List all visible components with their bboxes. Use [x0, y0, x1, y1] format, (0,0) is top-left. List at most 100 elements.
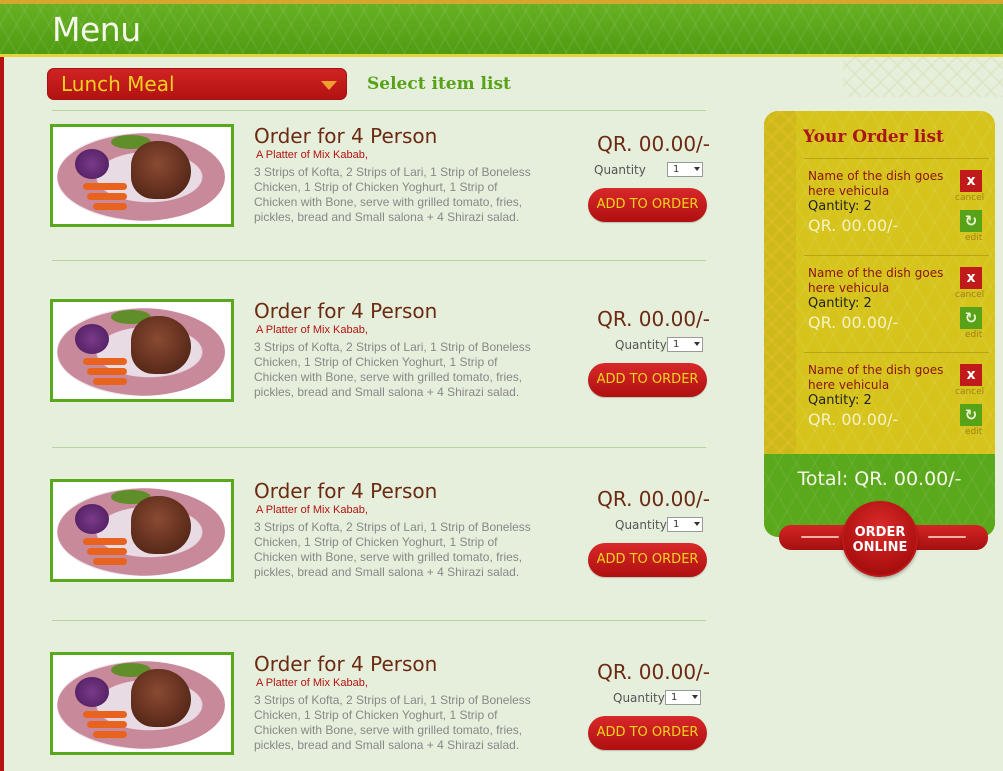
- add-to-order-button[interactable]: ADD TO ORDER: [588, 543, 707, 577]
- item-title: Order for 4 Person: [254, 124, 438, 148]
- list-divider: [52, 620, 706, 621]
- left-edge-border: [0, 0, 4, 771]
- food-graphic: [93, 558, 127, 565]
- decorative-pattern: [843, 57, 1003, 97]
- food-graphic: [131, 669, 191, 727]
- order-list-panel: Your Order list Name of the dish goes he…: [764, 111, 995, 537]
- order-item-quantity: Qantity: 2: [808, 199, 872, 214]
- item-price: QR. 00.00/-: [597, 132, 710, 156]
- row-divider: [804, 352, 989, 353]
- item-price: QR. 00.00/-: [597, 487, 710, 511]
- quantity-select[interactable]: 1: [667, 337, 703, 352]
- item-price: QR. 00.00/-: [597, 307, 710, 331]
- row-divider: [804, 158, 989, 159]
- order-item-quantity: Qantity: 2: [808, 393, 872, 408]
- menu-item: Order for 4 Person A Platter of Mix Kaba…: [50, 299, 710, 409]
- edit-icon[interactable]: ↻: [960, 307, 982, 329]
- order-list-item: Name of the dish goes here vehicula Qant…: [804, 352, 989, 449]
- quantity-label: Quantity: [613, 691, 665, 705]
- menu-item: Order for 4 Person A Platter of Mix Kaba…: [50, 652, 710, 762]
- flourish-icon: [928, 536, 966, 538]
- order-list-item: Name of the dish goes here vehicula Qant…: [804, 158, 989, 255]
- select-item-list-label: Select item list: [367, 74, 511, 94]
- header-bar: Menu: [0, 0, 1003, 57]
- item-subtitle: A Platter of Mix Kabab,: [256, 149, 368, 161]
- order-item-quantity: Qantity: 2: [808, 296, 872, 311]
- menu-item: Order for 4 Person A Platter of Mix Kaba…: [50, 479, 710, 589]
- quantity-label: Quantity: [615, 338, 667, 352]
- item-subtitle: A Platter of Mix Kabab,: [256, 677, 368, 689]
- edit-link[interactable]: edit: [965, 233, 982, 243]
- order-list-item: Name of the dish goes here vehicula Qant…: [804, 255, 989, 352]
- quantity-value: 1: [673, 164, 680, 175]
- food-graphic: [83, 538, 127, 545]
- dish-image: [50, 479, 234, 582]
- food-graphic: [75, 324, 109, 354]
- flourish-icon: [801, 536, 839, 538]
- cancel-icon[interactable]: x: [960, 364, 982, 386]
- add-to-order-button[interactable]: ADD TO ORDER: [588, 188, 707, 222]
- edit-icon[interactable]: ↻: [960, 404, 982, 426]
- category-dropdown[interactable]: Lunch Meal: [47, 68, 347, 100]
- order-list-title: Your Order list: [803, 127, 944, 147]
- quantity-select[interactable]: 1: [665, 690, 701, 705]
- decorative-pattern: [764, 111, 796, 454]
- order-item-price: QR. 00.00/-: [808, 216, 899, 235]
- quantity-value: 1: [673, 339, 680, 350]
- food-graphic: [75, 677, 109, 707]
- quantity-select[interactable]: 1: [667, 517, 703, 532]
- food-graphic: [75, 149, 109, 179]
- quantity-value: 1: [673, 519, 680, 530]
- food-graphic: [83, 358, 127, 365]
- cancel-icon[interactable]: x: [960, 267, 982, 289]
- item-title: Order for 4 Person: [254, 479, 438, 503]
- item-description: 3 Strips of Kofta, 2 Strips of Lari, 1 S…: [254, 693, 531, 752]
- edit-icon[interactable]: ↻: [960, 210, 982, 232]
- item-description: 3 Strips of Kofta, 2 Strips of Lari, 1 S…: [254, 520, 531, 579]
- food-graphic: [93, 203, 127, 210]
- chevron-down-icon: [694, 342, 700, 346]
- edit-link[interactable]: edit: [965, 427, 982, 437]
- add-to-order-button[interactable]: ADD TO ORDER: [588, 363, 707, 397]
- order-item-price: QR. 00.00/-: [808, 313, 899, 332]
- quantity-label: Quantity: [615, 518, 667, 532]
- food-graphic: [75, 504, 109, 534]
- cancel-icon[interactable]: x: [960, 170, 982, 192]
- food-graphic: [87, 548, 127, 555]
- item-description: 3 Strips of Kofta, 2 Strips of Lari, 1 S…: [254, 165, 531, 224]
- row-divider: [804, 255, 989, 256]
- dish-image: [50, 299, 234, 402]
- cancel-link[interactable]: cancel: [955, 387, 984, 397]
- quantity-select[interactable]: 1: [667, 162, 703, 177]
- order-item-name: Name of the dish goes here vehicula: [808, 266, 944, 295]
- order-item-name: Name of the dish goes here vehicula: [808, 363, 944, 392]
- order-item-name: Name of the dish goes here vehicula: [808, 169, 944, 198]
- item-description: 3 Strips of Kofta, 2 Strips of Lari, 1 S…: [254, 340, 531, 399]
- quantity-label: Quantity: [594, 163, 646, 177]
- page-title: Menu: [52, 10, 141, 49]
- cancel-link[interactable]: cancel: [955, 290, 984, 300]
- order-item-price: QR. 00.00/-: [808, 410, 899, 429]
- food-graphic: [87, 193, 127, 200]
- food-graphic: [83, 711, 127, 718]
- edit-link[interactable]: edit: [965, 330, 982, 340]
- order-online-button[interactable]: ORDER ONLINE: [842, 501, 918, 577]
- food-graphic: [131, 316, 191, 374]
- category-selected-label: Lunch Meal: [61, 72, 175, 96]
- food-graphic: [87, 721, 127, 728]
- item-subtitle: A Platter of Mix Kabab,: [256, 324, 368, 336]
- food-graphic: [83, 183, 127, 190]
- add-to-order-button[interactable]: ADD TO ORDER: [588, 716, 707, 750]
- food-graphic: [87, 368, 127, 375]
- quantity-value: 1: [671, 692, 678, 703]
- item-price: QR. 00.00/-: [597, 660, 710, 684]
- dish-image: [50, 652, 234, 755]
- chevron-down-icon: [694, 522, 700, 526]
- list-divider: [52, 260, 706, 261]
- food-graphic: [93, 731, 127, 738]
- chevron-down-icon: [321, 81, 337, 90]
- item-title: Order for 4 Person: [254, 299, 438, 323]
- list-divider: [52, 110, 706, 111]
- item-subtitle: A Platter of Mix Kabab,: [256, 504, 368, 516]
- cancel-link[interactable]: cancel: [955, 193, 984, 203]
